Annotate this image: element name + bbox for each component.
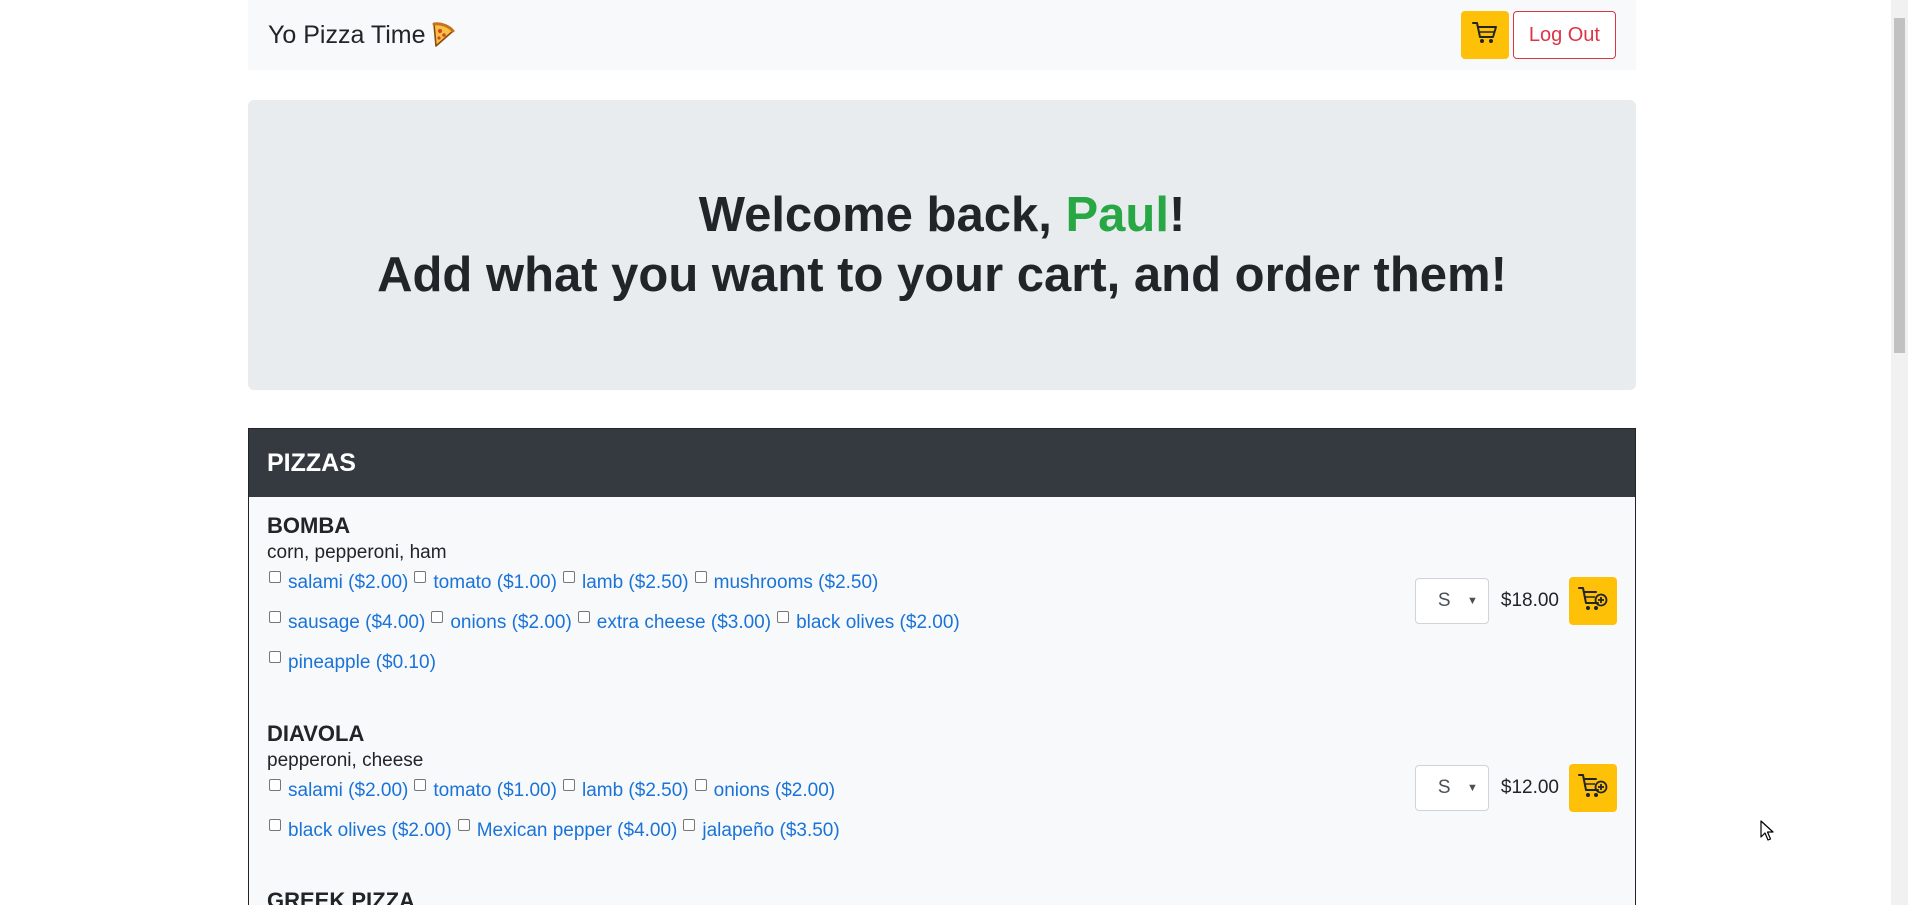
page-scrollbar[interactable]	[1891, 0, 1908, 905]
topping-option[interactable]: salami ($2.00)	[267, 567, 408, 598]
navbar: Yo Pizza Time Log Out	[248, 0, 1636, 70]
topping-label[interactable]: tomato ($1.00)	[433, 775, 557, 806]
nav-actions: Log Out	[1460, 11, 1616, 59]
topping-label[interactable]: Mexican pepper ($4.00)	[477, 815, 678, 846]
topping-label[interactable]: onions ($2.00)	[450, 607, 571, 638]
pizza-name: GREEK PIZZA	[267, 888, 415, 905]
welcome-prefix: Welcome back,	[698, 188, 1066, 242]
size-select[interactable]: S ▼	[1414, 765, 1489, 811]
topping-label[interactable]: salami ($2.00)	[288, 567, 408, 598]
welcome-subline: Add what you want to your cart, and orde…	[377, 248, 1507, 302]
topping-checkbox[interactable]	[562, 779, 575, 791]
size-select[interactable]: S ▼	[1414, 578, 1489, 624]
topping-checkbox[interactable]	[269, 819, 281, 831]
topping-label[interactable]: jalapeño ($3.50)	[702, 815, 839, 846]
scrollbar-thumb[interactable]	[1894, 18, 1905, 353]
brand-text[interactable]: Yo Pizza Time	[268, 21, 425, 50]
topping-option[interactable]: extra cheese ($3.00)	[576, 607, 771, 638]
add-to-cart-button[interactable]	[1569, 577, 1617, 625]
topping-option[interactable]: Mexican pepper ($4.00)	[456, 815, 678, 846]
topping-label[interactable]: mushrooms ($2.50)	[714, 567, 879, 598]
topping-label[interactable]: lamb ($2.50)	[582, 567, 689, 598]
page: Yo Pizza Time Log Out Welcome back, Paul…	[0, 0, 1908, 905]
welcome-suffix: !	[1168, 188, 1186, 242]
mouse-pointer-icon	[1760, 820, 1774, 847]
pizza-name: BOMBA	[267, 513, 351, 538]
topping-option[interactable]: lamb ($2.50)	[561, 567, 689, 598]
topping-option[interactable]: tomato ($1.00)	[412, 775, 557, 806]
pizza-menu-card: PIZZAS BOMBA corn, pepperoni, ham salami…	[248, 428, 1636, 905]
topping-option[interactable]: black olives ($2.00)	[775, 607, 960, 638]
user-name: Paul	[1065, 188, 1169, 242]
topping-checkbox[interactable]	[269, 611, 281, 623]
topping-option[interactable]: salami ($2.00)	[267, 775, 408, 806]
topping-label[interactable]: onions ($2.00)	[714, 775, 835, 806]
pizza-price: $18.00	[1500, 590, 1559, 611]
order-controls: S ▼ $12.00	[1414, 764, 1617, 812]
topping-label[interactable]: salami ($2.00)	[288, 775, 408, 806]
topping-option[interactable]: jalapeño ($3.50)	[681, 815, 840, 846]
topping-checkbox[interactable]	[694, 779, 707, 791]
pizza-description: corn, pepperoni, ham	[267, 542, 447, 563]
welcome-heading: Welcome back, Paul!	[699, 185, 1186, 245]
topping-label[interactable]: lamb ($2.50)	[582, 775, 689, 806]
topping-checkbox[interactable]	[683, 819, 696, 831]
topping-option[interactable]: black olives ($2.00)	[267, 815, 452, 846]
topping-checkbox[interactable]	[562, 571, 575, 583]
pizza-slice-icon	[431, 22, 455, 48]
topping-list: salami ($2.00) tomato ($1.00) lamb ($2.50)…	[267, 775, 1027, 855]
cart-add-icon	[1578, 586, 1608, 617]
topping-label[interactable]: sausage ($4.00)	[288, 607, 425, 638]
add-to-cart-button[interactable]	[1569, 764, 1617, 812]
pizza-name: DIAVOLA	[267, 721, 365, 746]
topping-checkbox[interactable]	[414, 571, 427, 583]
menu-header: PIZZAS	[249, 429, 1635, 497]
topping-checkbox[interactable]	[577, 611, 590, 623]
topping-list: salami ($2.00) tomato ($1.00) lamb ($2.50)…	[267, 567, 1027, 687]
topping-checkbox[interactable]	[414, 779, 427, 791]
topping-checkbox[interactable]	[431, 611, 444, 623]
topping-label[interactable]: black olives ($2.00)	[796, 607, 960, 638]
topping-label[interactable]: pineapple ($0.10)	[288, 647, 436, 678]
topping-option[interactable]: onions ($2.00)	[693, 775, 835, 806]
topping-label[interactable]: extra cheese ($3.00)	[597, 607, 771, 638]
topping-label[interactable]: tomato ($1.00)	[433, 567, 557, 598]
topping-checkbox[interactable]	[269, 779, 281, 791]
cart-icon	[1471, 21, 1498, 50]
topping-option[interactable]: pineapple ($0.10)	[267, 647, 436, 678]
pizza-price: $12.00	[1500, 777, 1559, 798]
welcome-banner: Welcome back, Paul! Add what you want to…	[248, 100, 1636, 390]
cart-button[interactable]	[1460, 11, 1509, 59]
topping-option[interactable]: tomato ($1.00)	[412, 567, 557, 598]
topping-checkbox[interactable]	[269, 571, 281, 583]
topping-option[interactable]: sausage ($4.00)	[267, 607, 425, 638]
order-controls: S ▼ $18.00	[1414, 577, 1617, 625]
cart-add-icon	[1578, 773, 1608, 804]
logout-button[interactable]: Log Out	[1512, 11, 1616, 59]
pizza-item-bomba: BOMBA corn, pepperoni, ham salami ($2.00…	[267, 513, 1617, 687]
chevron-down-icon: ▼	[1466, 782, 1478, 794]
topping-option[interactable]: onions ($2.00)	[429, 607, 572, 638]
topping-checkbox[interactable]	[457, 819, 470, 831]
topping-checkbox[interactable]	[269, 651, 281, 663]
topping-option[interactable]: lamb ($2.50)	[561, 775, 689, 806]
size-value: S	[1437, 590, 1451, 611]
brand[interactable]: Yo Pizza Time	[268, 21, 455, 50]
pizza-item-greek: GREEK PIZZA	[267, 888, 1617, 905]
topping-label[interactable]: black olives ($2.00)	[288, 815, 452, 846]
topping-checkbox[interactable]	[694, 571, 707, 583]
topping-option[interactable]: mushrooms ($2.50)	[693, 567, 879, 598]
chevron-down-icon: ▼	[1466, 595, 1478, 607]
size-value: S	[1437, 777, 1451, 798]
pizza-item-diavola: DIAVOLA pepperoni, cheese salami ($2.00)…	[267, 721, 1617, 855]
topping-checkbox[interactable]	[777, 611, 790, 623]
